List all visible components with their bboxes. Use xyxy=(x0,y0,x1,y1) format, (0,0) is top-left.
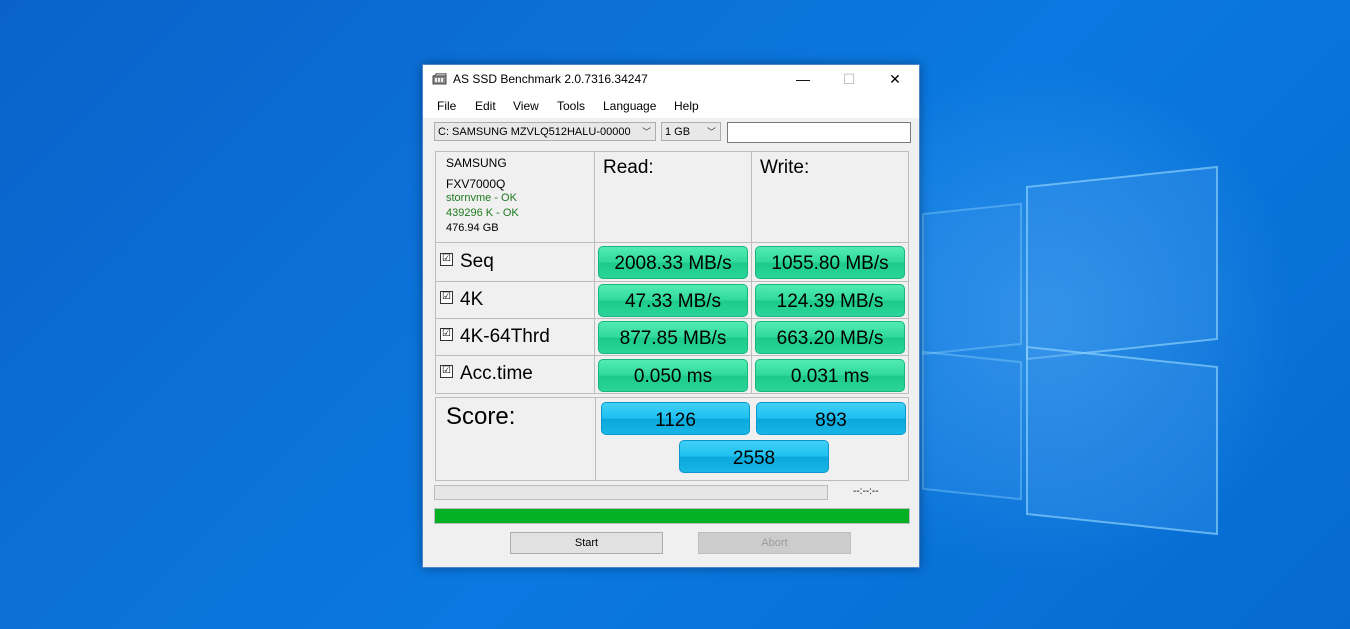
size-select[interactable]: 1 GB ﹀ xyxy=(661,122,721,141)
as-ssd-window: AS SSD Benchmark 2.0.7316.34247 — ☐ ✕ Fi… xyxy=(422,64,920,568)
read-header: Read: xyxy=(603,157,654,178)
menu-file[interactable]: File xyxy=(437,99,456,113)
windows-logo-pane-3 xyxy=(922,202,1022,356)
drive-select-value: C: SAMSUNG MZVLQ512HALU-00000 xyxy=(438,126,631,138)
alignment-status: 439296 K - OK xyxy=(446,207,519,219)
seq-write-cell: 1055.80 MB/s xyxy=(751,242,909,282)
toolbar: C: SAMSUNG MZVLQ512HALU-00000 ﹀ 1 GB ﹀ xyxy=(423,122,919,144)
seq-write-value: 1055.80 MB/s xyxy=(755,246,905,279)
score-write-value: 893 xyxy=(756,402,906,435)
seq-read-value: 2008.33 MB/s xyxy=(598,246,748,279)
menu-view[interactable]: View xyxy=(513,99,539,113)
drive-vendor: SAMSUNG xyxy=(446,156,507,170)
drive-firmware: FXV7000Q xyxy=(446,177,506,191)
score-total-value: 2558 xyxy=(679,440,829,473)
results-grid: SAMSUNG FXV7000Q stornvme - OK 439296 K … xyxy=(435,151,909,481)
menu-bar: File Edit View Tools Language Help xyxy=(423,94,919,118)
minimize-icon: — xyxy=(796,71,810,87)
write-header: Write: xyxy=(760,157,810,178)
4k-label: 4K xyxy=(460,289,484,310)
4k-write-value: 124.39 MB/s xyxy=(755,284,905,317)
drive-app-icon xyxy=(432,73,447,85)
abort-button[interactable]: Abort xyxy=(698,532,851,554)
row-label-cell-seq: ☑ Seq xyxy=(435,242,595,282)
windows-logo-pane-1 xyxy=(1026,165,1218,361)
acctime-write-value: 0.031 ms xyxy=(755,359,905,392)
acctime-write-cell: 0.031 ms xyxy=(751,355,909,394)
window-title: AS SSD Benchmark 2.0.7316.34247 xyxy=(453,72,648,86)
menu-edit[interactable]: Edit xyxy=(475,99,496,113)
write-header-cell: Write: xyxy=(751,151,909,243)
text-field[interactable] xyxy=(727,122,911,143)
4k-write-cell: 124.39 MB/s xyxy=(751,281,909,319)
checkbox-checked-icon[interactable]: ☑ xyxy=(440,328,453,342)
row-label-cell-acctime: ☑ Acc.time xyxy=(435,355,595,394)
4k64-read-value: 877.85 MB/s xyxy=(598,321,748,354)
4k64-write-cell: 663.20 MB/s xyxy=(751,318,909,356)
windows-logo-pane-2 xyxy=(1026,345,1218,536)
4k64-label: 4K-64Thrd xyxy=(460,326,550,347)
acctime-read-cell: 0.050 ms xyxy=(594,355,752,394)
checkbox-checked-icon[interactable]: ☑ xyxy=(440,291,453,305)
chevron-down-icon: ﹀ xyxy=(706,127,716,137)
test-progress-bar xyxy=(434,485,828,500)
driver-status: stornvme - OK xyxy=(446,192,517,204)
seq-read-cell: 2008.33 MB/s xyxy=(594,242,752,282)
windows-logo-pane-4 xyxy=(922,350,1022,501)
checkbox-checked-icon[interactable]: ☑ xyxy=(440,365,453,379)
acctime-checkbox-label[interactable]: ☑ Acc.time xyxy=(440,363,533,385)
maximize-button[interactable]: ☐ xyxy=(826,65,872,94)
seq-label: Seq xyxy=(460,251,494,272)
drive-select[interactable]: C: SAMSUNG MZVLQ512HALU-00000 ﹀ xyxy=(434,122,656,141)
acctime-read-value: 0.050 ms xyxy=(598,359,748,392)
start-button[interactable]: Start xyxy=(510,532,663,554)
menu-language[interactable]: Language xyxy=(603,99,656,113)
drive-info-panel: SAMSUNG FXV7000Q stornvme - OK 439296 K … xyxy=(435,151,595,243)
minimize-button[interactable]: — xyxy=(780,65,826,94)
score-label: Score: xyxy=(446,403,516,430)
elapsed-time: --:--:-- xyxy=(853,486,879,497)
4k64-read-cell: 877.85 MB/s xyxy=(594,318,752,356)
4k-read-cell: 47.33 MB/s xyxy=(594,281,752,319)
score-read-value: 1126 xyxy=(601,402,750,435)
4k-checkbox-label[interactable]: ☑ 4K xyxy=(440,289,483,311)
close-icon: ✕ xyxy=(889,71,901,87)
4k64-write-value: 663.20 MB/s xyxy=(755,321,905,354)
maximize-icon: ☐ xyxy=(842,71,856,87)
chevron-down-icon: ﹀ xyxy=(641,127,651,137)
drive-capacity: 476.94 GB xyxy=(446,222,499,234)
menu-tools[interactable]: Tools xyxy=(557,99,585,113)
read-header-cell: Read: xyxy=(594,151,752,243)
score-values-cell: 1126 893 2558 xyxy=(595,397,909,481)
row-label-cell-4k: ☑ 4K xyxy=(435,281,595,319)
menu-help[interactable]: Help xyxy=(674,99,699,113)
4k-read-value: 47.33 MB/s xyxy=(598,284,748,317)
row-label-cell-4k64: ☑ 4K-64Thrd xyxy=(435,318,595,356)
title-bar[interactable]: AS SSD Benchmark 2.0.7316.34247 — ☐ ✕ xyxy=(423,65,919,94)
seq-checkbox-label[interactable]: ☑ Seq xyxy=(440,251,494,273)
total-progress-bar xyxy=(434,508,910,524)
size-select-value: 1 GB xyxy=(665,126,691,138)
acctime-label: Acc.time xyxy=(460,363,533,384)
4k64-checkbox-label[interactable]: ☑ 4K-64Thrd xyxy=(440,326,550,348)
close-button[interactable]: ✕ xyxy=(872,65,918,94)
score-label-cell: Score: xyxy=(435,397,596,481)
checkbox-checked-icon[interactable]: ☑ xyxy=(440,253,453,267)
